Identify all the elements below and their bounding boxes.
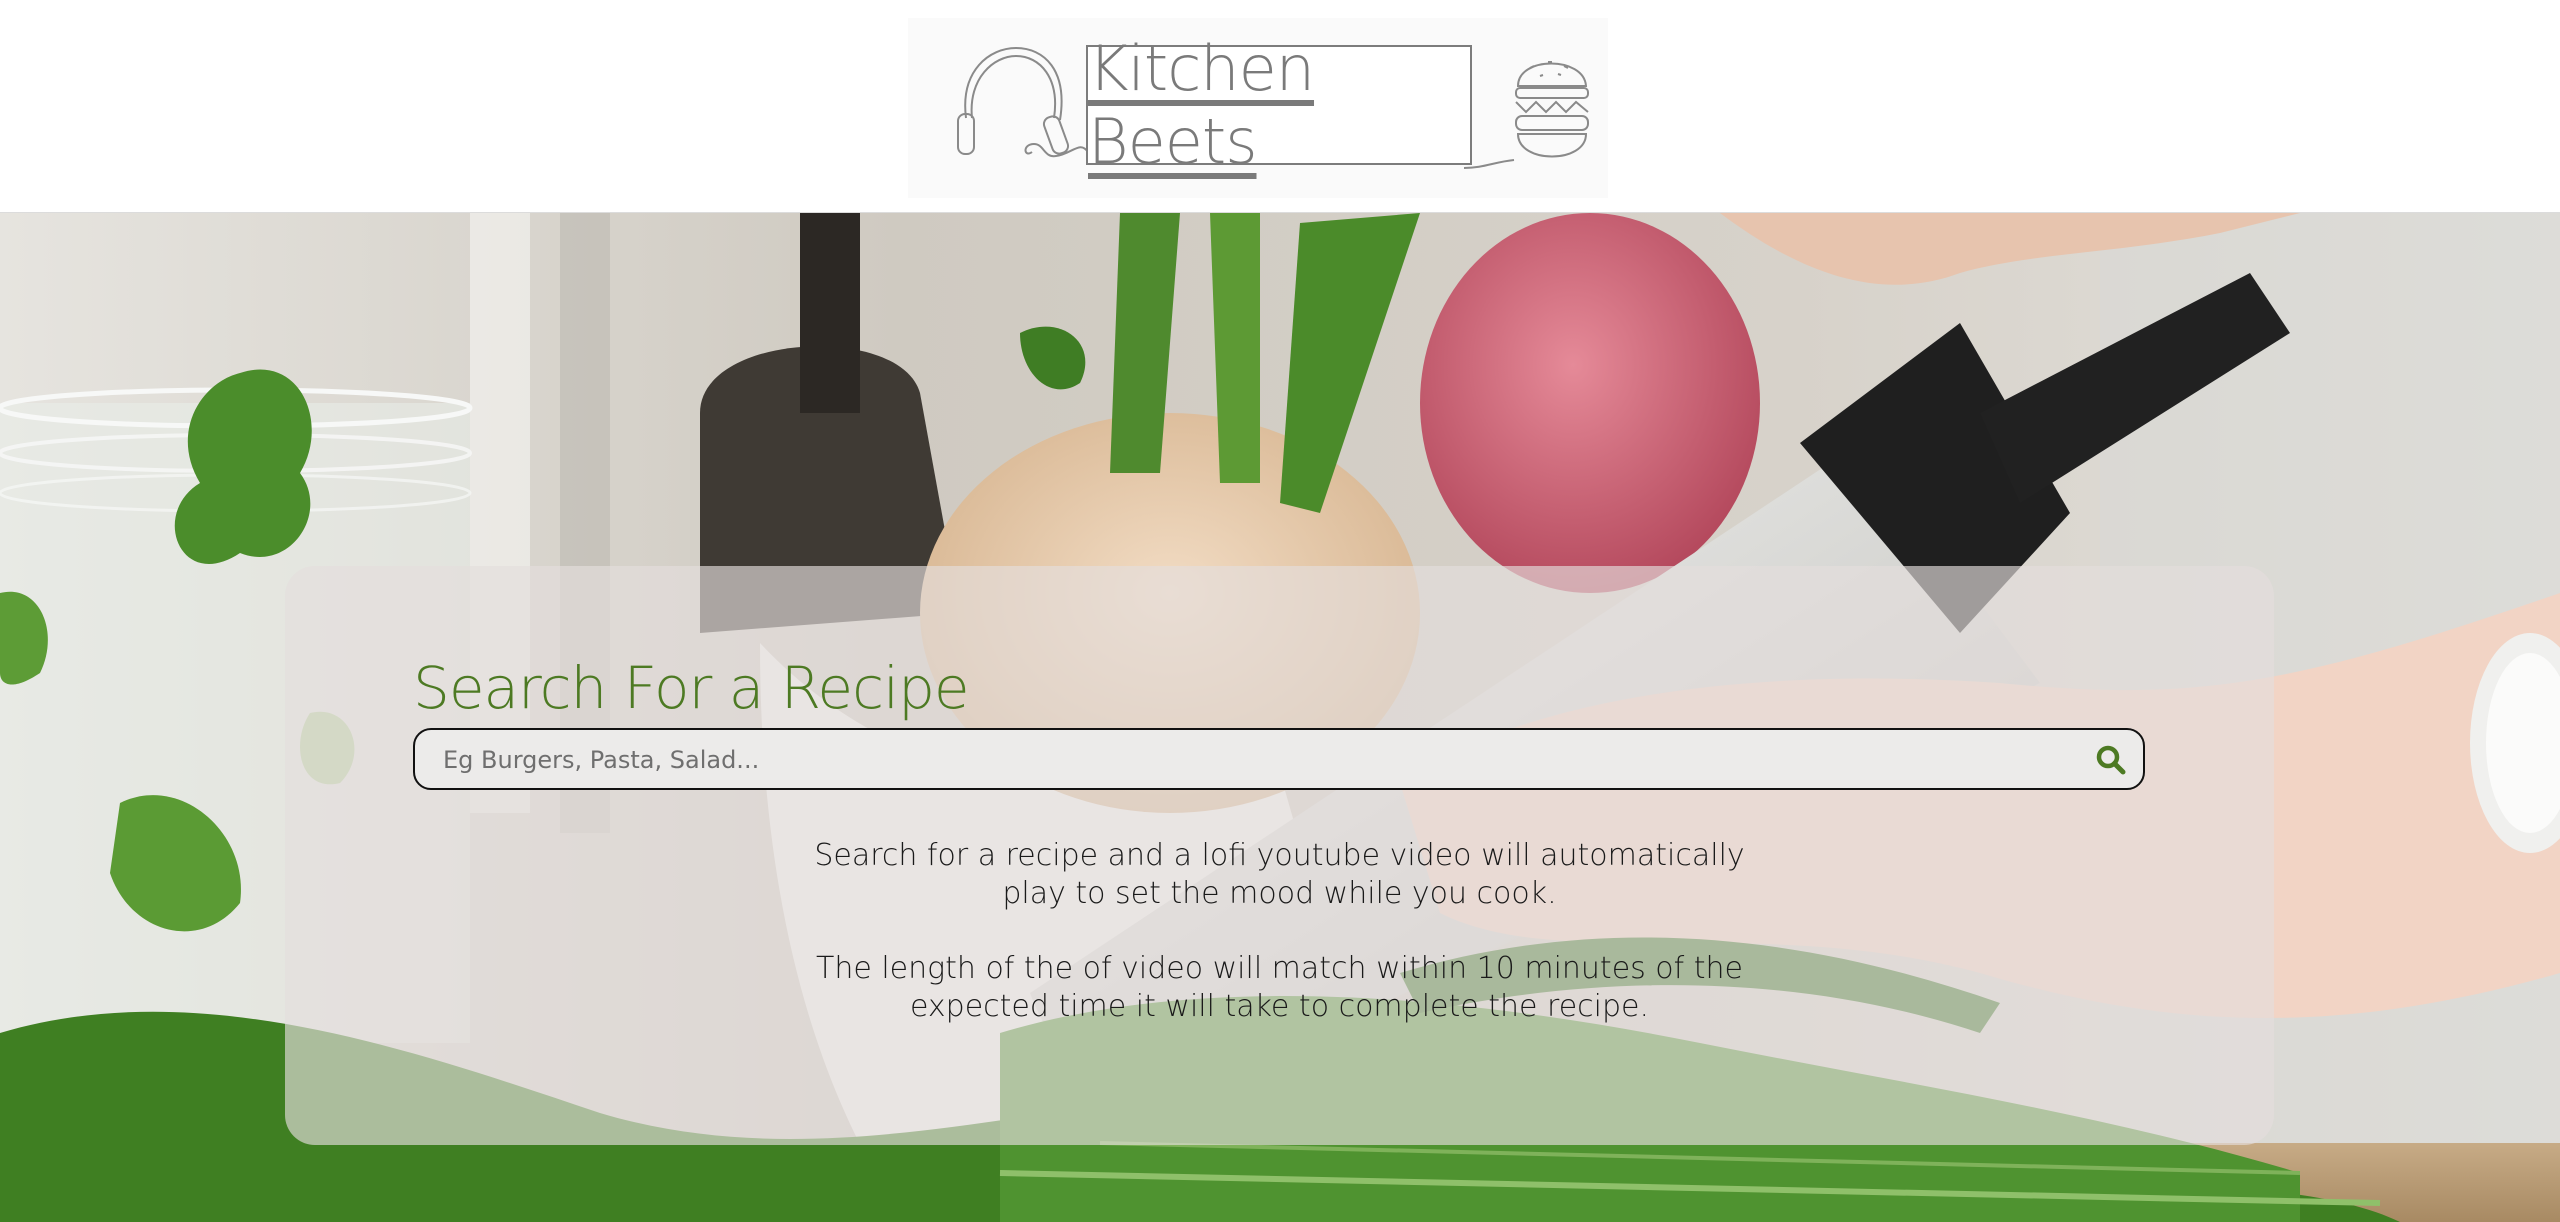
search-icon [2096, 745, 2126, 775]
recipe-search-input[interactable] [441, 730, 2065, 790]
logo-text: Kitchen Beets [1088, 32, 1315, 178]
description-line: play to set the mood while you cook. [1002, 876, 1557, 911]
search-heading: Search For a Recipe [413, 654, 970, 722]
hero-section: Search For a Recipe Search for a recipe … [0, 213, 2560, 1222]
description-line: The length of the of video will match wi… [816, 951, 1743, 986]
description-line: expected time it will take to complete t… [909, 989, 1650, 1024]
burger-icon [1464, 61, 1589, 169]
description-line: Search for a recipe and a lofi youtube v… [814, 838, 1745, 873]
description-paragraph-2: The length of the of video will match wi… [285, 950, 2274, 1026]
search-button[interactable] [2093, 742, 2129, 778]
search-panel: Search For a Recipe Search for a recipe … [285, 566, 2274, 1145]
logo-frame: Kitchen Beets [1086, 32, 1472, 178]
search-bar [413, 728, 2145, 790]
description-paragraph-1: Search for a recipe and a lofi youtube v… [285, 837, 2274, 913]
site-header: Kitchen Beets [0, 0, 2560, 213]
logo[interactable]: Kitchen Beets [908, 18, 1608, 198]
